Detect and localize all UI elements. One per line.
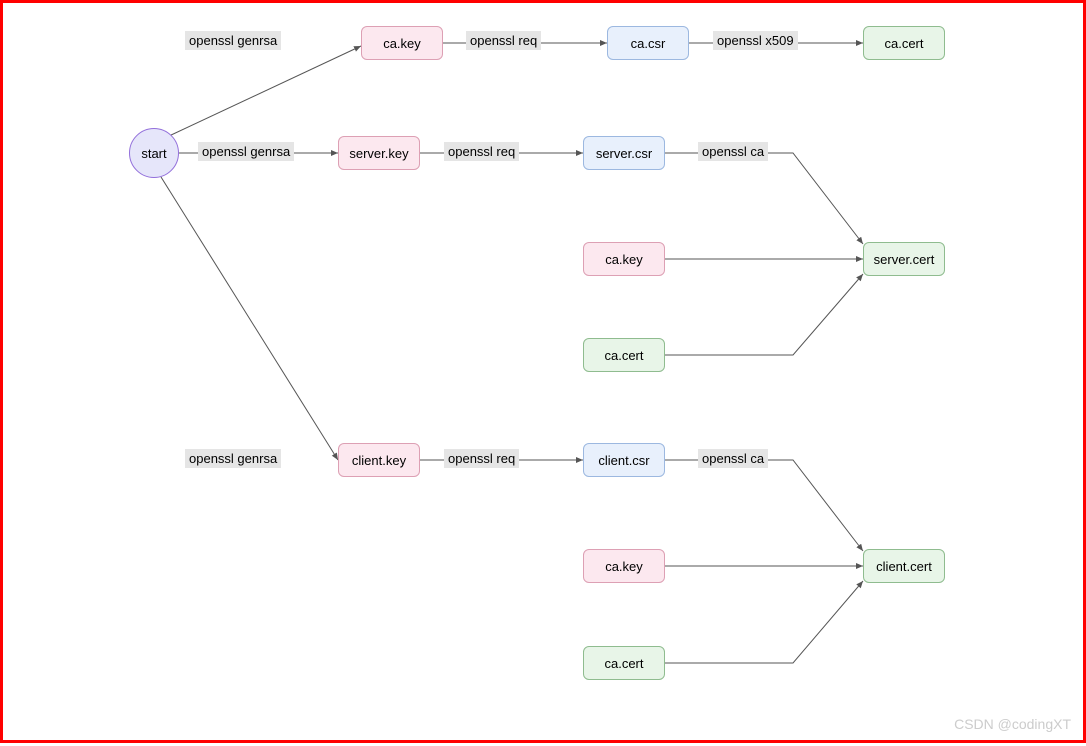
node-ca-key-client-input: ca.key: [583, 549, 665, 583]
node-client-csr: client.csr: [583, 443, 665, 477]
node-ca-cert-client-input: ca.cert: [583, 646, 665, 680]
edge-genrsa-server: openssl genrsa: [198, 142, 294, 161]
edge-x509: openssl x509: [713, 31, 798, 50]
node-ca-cert-server-input: ca.cert: [583, 338, 665, 372]
diagram-frame: start openssl genrsa ca.key openssl req …: [0, 0, 1086, 743]
node-client-key: client.key: [338, 443, 420, 477]
edge-ca-server: openssl ca: [698, 142, 768, 161]
node-ca-csr: ca.csr: [607, 26, 689, 60]
edge-ca-client: openssl ca: [698, 449, 768, 468]
edge-req-server: openssl req: [444, 142, 519, 161]
edge-req-client: openssl req: [444, 449, 519, 468]
edge-genrsa-ca: openssl genrsa: [185, 31, 281, 50]
node-ca-key: ca.key: [361, 26, 443, 60]
node-server-key: server.key: [338, 136, 420, 170]
node-client-cert: client.cert: [863, 549, 945, 583]
node-server-csr: server.csr: [583, 136, 665, 170]
connectors-svg: [3, 3, 1086, 746]
edge-genrsa-client: openssl genrsa: [185, 449, 281, 468]
watermark: CSDN @codingXT: [954, 716, 1071, 732]
node-ca-cert: ca.cert: [863, 26, 945, 60]
start-node: start: [129, 128, 179, 178]
node-server-cert: server.cert: [863, 242, 945, 276]
edge-req-ca: openssl req: [466, 31, 541, 50]
node-ca-key-server-input: ca.key: [583, 242, 665, 276]
